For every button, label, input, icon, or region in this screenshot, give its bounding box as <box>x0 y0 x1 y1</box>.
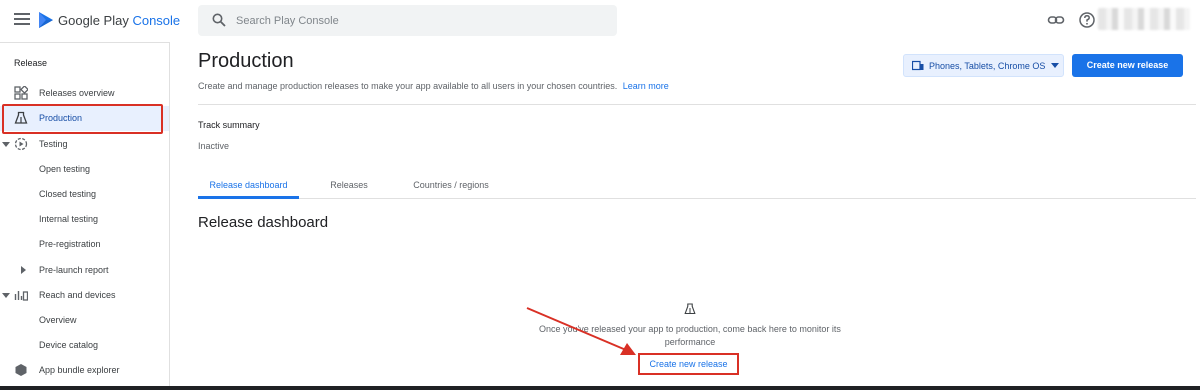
sidebar-item-internal-testing[interactable]: Internal testing <box>0 207 169 232</box>
sidebar-item-closed-testing[interactable]: Closed testing <box>0 182 169 207</box>
sidebar-item-label: Reach and devices <box>39 290 116 300</box>
learn-more-link[interactable]: Learn more <box>623 81 669 91</box>
sidebar-item-open-testing[interactable]: Open testing <box>0 157 169 182</box>
sidebar-section-release: Release <box>14 58 48 68</box>
sidebar-item-testing[interactable]: Testing <box>0 132 169 157</box>
sidebar-item-releases-overview[interactable]: Releases overview <box>0 81 169 106</box>
caret-down-icon[interactable] <box>2 291 10 299</box>
sidebar-item-label: Releases overview <box>39 88 115 98</box>
tab-bar: Release dashboard Releases Countries / r… <box>198 172 1196 199</box>
menu-icon[interactable] <box>14 13 30 27</box>
bottom-edge <box>0 386 1200 390</box>
search-input[interactable] <box>236 5 596 36</box>
help-icon[interactable] <box>1078 11 1096 29</box>
sidebar: Release Releases overview Production Tes… <box>0 42 170 390</box>
tab-countries-regions[interactable]: Countries / regions <box>402 172 500 199</box>
reach-icon <box>14 291 28 301</box>
caret-down-icon[interactable] <box>2 140 10 148</box>
tab-release-dashboard[interactable]: Release dashboard <box>198 172 299 199</box>
sidebar-item-device-catalog[interactable]: Device catalog <box>0 333 169 358</box>
track-summary-label: Track summary <box>198 120 260 130</box>
page-description-text: Create and manage production releases to… <box>198 81 618 91</box>
testing-icon <box>14 137 28 151</box>
sidebar-item-pre-registration[interactable]: Pre-registration <box>0 232 169 257</box>
sidebar-item-label: Closed testing <box>39 189 97 199</box>
create-new-release-link[interactable]: Create new release <box>638 353 739 375</box>
play-console-logo[interactable] <box>38 11 54 29</box>
sidebar-item-overview[interactable]: Overview <box>0 308 169 333</box>
top-bar: Google Play Console <box>0 0 1200 42</box>
sidebar-item-pre-launch-report[interactable]: Pre-launch report <box>0 258 169 283</box>
devices-icon <box>912 60 924 71</box>
section-title: Release dashboard <box>198 214 329 231</box>
sidebar-item-label: App bundle explorer <box>39 365 120 375</box>
dashboard-icon <box>14 86 28 100</box>
create-new-release-button[interactable]: Create new release <box>1072 54 1183 77</box>
brand-name[interactable]: Google Play Console <box>58 13 180 28</box>
link-icon[interactable] <box>1047 11 1065 29</box>
dropdown-arrow-icon <box>1051 63 1059 68</box>
account-avatar[interactable] <box>1098 8 1190 30</box>
page-title: Production <box>198 50 294 72</box>
tab-releases[interactable]: Releases <box>321 172 377 199</box>
brand-primary: Google Play <box>58 13 129 28</box>
sidebar-item-app-bundle-explorer[interactable]: App bundle explorer <box>0 358 169 383</box>
sidebar-item-label: Testing <box>39 139 68 149</box>
sidebar-item-label: Pre-launch report <box>39 265 109 275</box>
header-divider <box>198 104 1196 105</box>
annotation-arrow-icon <box>526 307 636 355</box>
sidebar-item-label: Open testing <box>39 164 91 174</box>
caret-right-icon[interactable] <box>19 266 27 274</box>
sidebar-item-label: Overview <box>39 315 77 325</box>
sidebar-item-label: Internal testing <box>39 214 99 224</box>
search-icon <box>212 13 226 27</box>
sidebar-item-reach-and-devices[interactable]: Reach and devices <box>0 283 169 308</box>
production-highlight-box <box>2 104 163 134</box>
track-status: Inactive <box>198 141 230 151</box>
page-description: Create and manage production releases to… <box>198 81 669 91</box>
device-type-label: Phones, Tablets, Chrome OS <box>929 61 1046 71</box>
sidebar-item-label: Pre-registration <box>39 239 101 249</box>
device-type-select[interactable]: Phones, Tablets, Chrome OS <box>903 54 1064 77</box>
bundle-icon <box>15 364 27 376</box>
sidebar-item-label: Device catalog <box>39 340 99 350</box>
brand-secondary: Console <box>132 13 181 28</box>
production-icon <box>684 303 696 315</box>
search-bar[interactable] <box>198 5 617 36</box>
